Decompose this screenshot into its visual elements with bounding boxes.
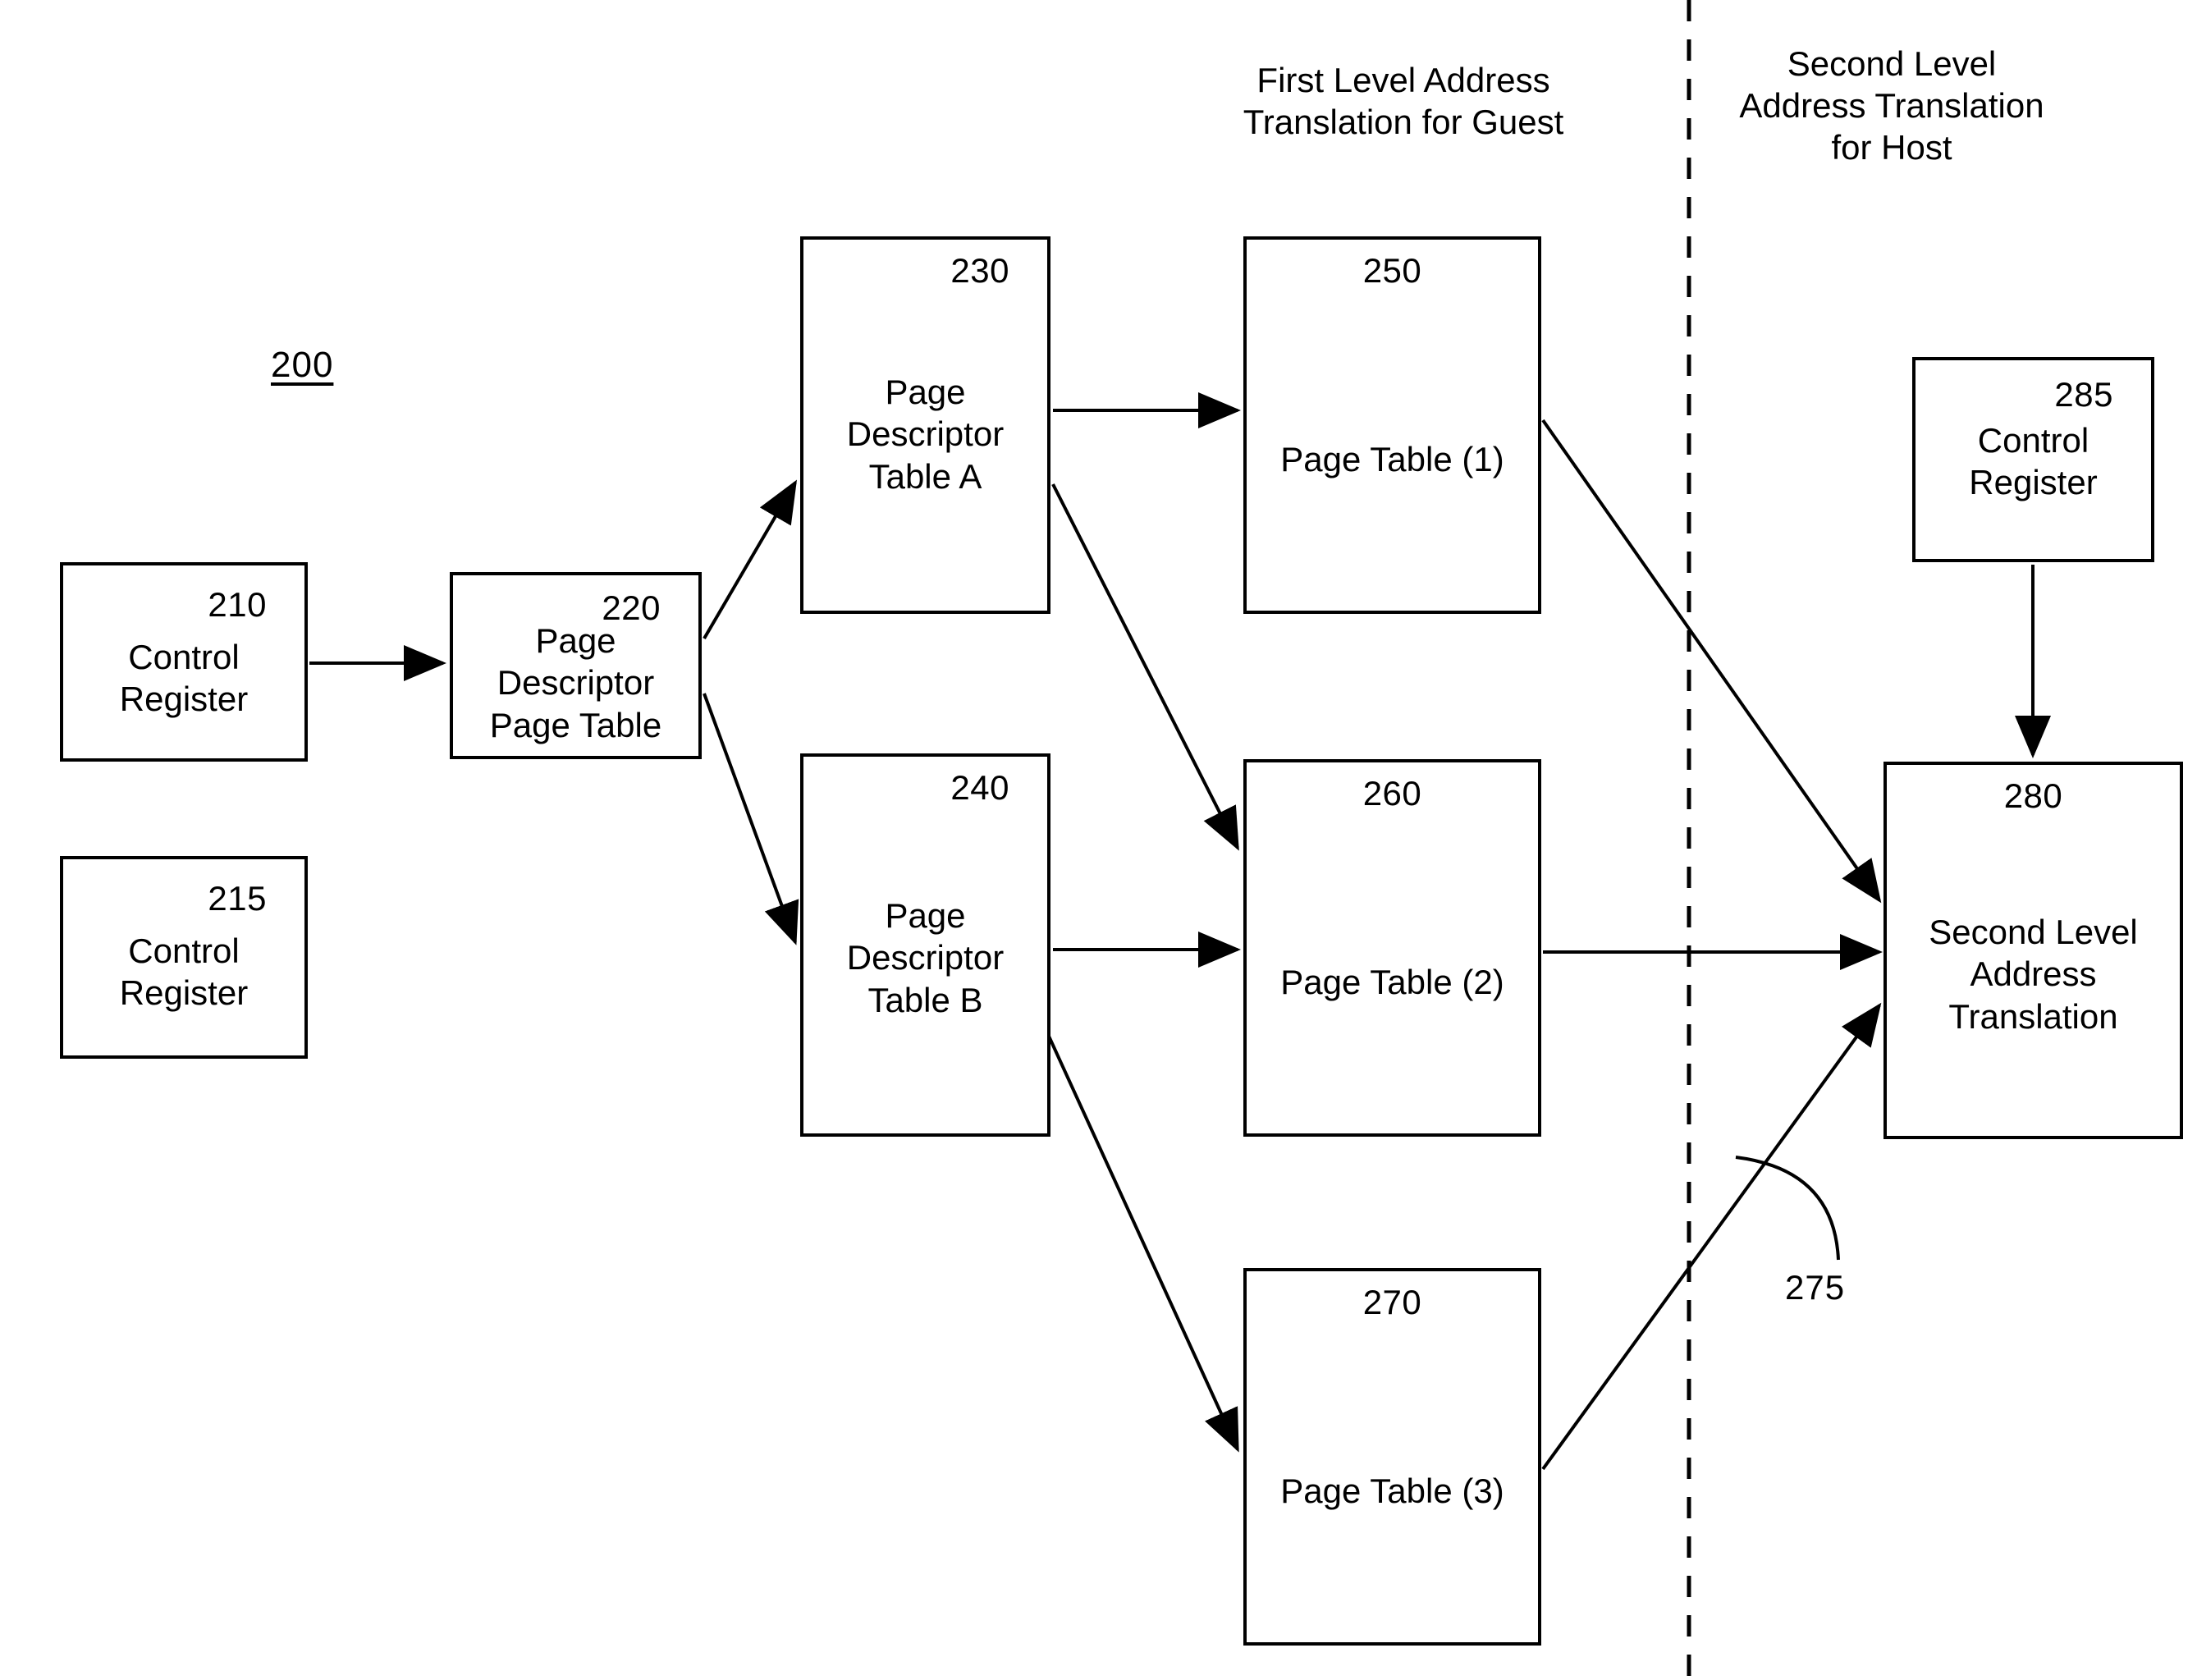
node-ref-270: 270 — [1362, 1283, 1422, 1321]
node-label-285: Control Register — [1969, 421, 2098, 502]
edge-240-to-270 — [1041, 1021, 1239, 1453]
node-ref-240: 240 — [950, 768, 1009, 807]
node-ref-215: 215 — [208, 879, 267, 918]
edge-270-to-280 — [1541, 1002, 1882, 1471]
node-label-220: Page Descriptor Page Table — [489, 621, 662, 744]
node-second-level-address-translation-280[interactable]: 280 Second Level Address Translation — [1883, 762, 2183, 1139]
node-ref-250: 250 — [1362, 251, 1422, 290]
node-page-table-3-270[interactable]: 270 Page Table (3) — [1243, 1268, 1541, 1646]
edge-220-to-230 — [703, 479, 798, 640]
leader-line-275 — [1735, 1156, 1840, 1261]
connector-layer — [309, 0, 2051, 1680]
edge-220-to-240 — [703, 693, 799, 945]
node-control-register-285[interactable]: 285 Control Register — [1912, 357, 2154, 562]
node-page-descriptor-table-b-240[interactable]: 240 Page Descriptor Table B — [800, 753, 1050, 1137]
figure-reference-numeral: 200 — [271, 345, 334, 385]
node-label-230: Page Descriptor Table A — [846, 373, 1005, 496]
node-ref-285: 285 — [2054, 375, 2113, 414]
node-label-280: Second Level Address Translation — [1929, 913, 2138, 1036]
leader-label-275: 275 — [1785, 1268, 1846, 1307]
node-label-240: Page Descriptor Table B — [846, 896, 1005, 1019]
node-label-210: Control Register — [119, 638, 249, 719]
patent-figure-canvas: First Level Address Translation for Gues… — [0, 0, 2197, 1680]
node-label-260: Page Table (2) — [1280, 963, 1504, 1002]
node-page-descriptor-page-table-220[interactable]: 220 Page Descriptor Page Table — [450, 572, 702, 759]
node-label-270: Page Table (3) — [1280, 1472, 1504, 1511]
edge-230-to-260 — [1051, 483, 1239, 851]
node-label-250: Page Table (1) — [1280, 440, 1504, 479]
node-ref-280: 280 — [2003, 776, 2063, 815]
node-control-register-210[interactable]: 210 Control Register — [60, 562, 308, 762]
caption-first-level-address-translation: First Level Address Translation for Gues… — [1243, 61, 1564, 142]
node-page-table-1-250[interactable]: 250 Page Table (1) — [1243, 236, 1541, 614]
edge-250-to-280 — [1541, 419, 1882, 904]
node-control-register-215[interactable]: 215 Control Register — [60, 856, 308, 1059]
node-ref-230: 230 — [950, 251, 1009, 290]
node-ref-260: 260 — [1362, 774, 1422, 813]
node-page-descriptor-table-a-230[interactable]: 230 Page Descriptor Table A — [800, 236, 1050, 614]
caption-second-level-address-translation: Second Level Address Translation for Hos… — [1739, 44, 2044, 167]
node-label-215: Control Register — [119, 932, 249, 1013]
node-page-table-2-260[interactable]: 260 Page Table (2) — [1243, 759, 1541, 1137]
node-ref-210: 210 — [208, 585, 267, 624]
